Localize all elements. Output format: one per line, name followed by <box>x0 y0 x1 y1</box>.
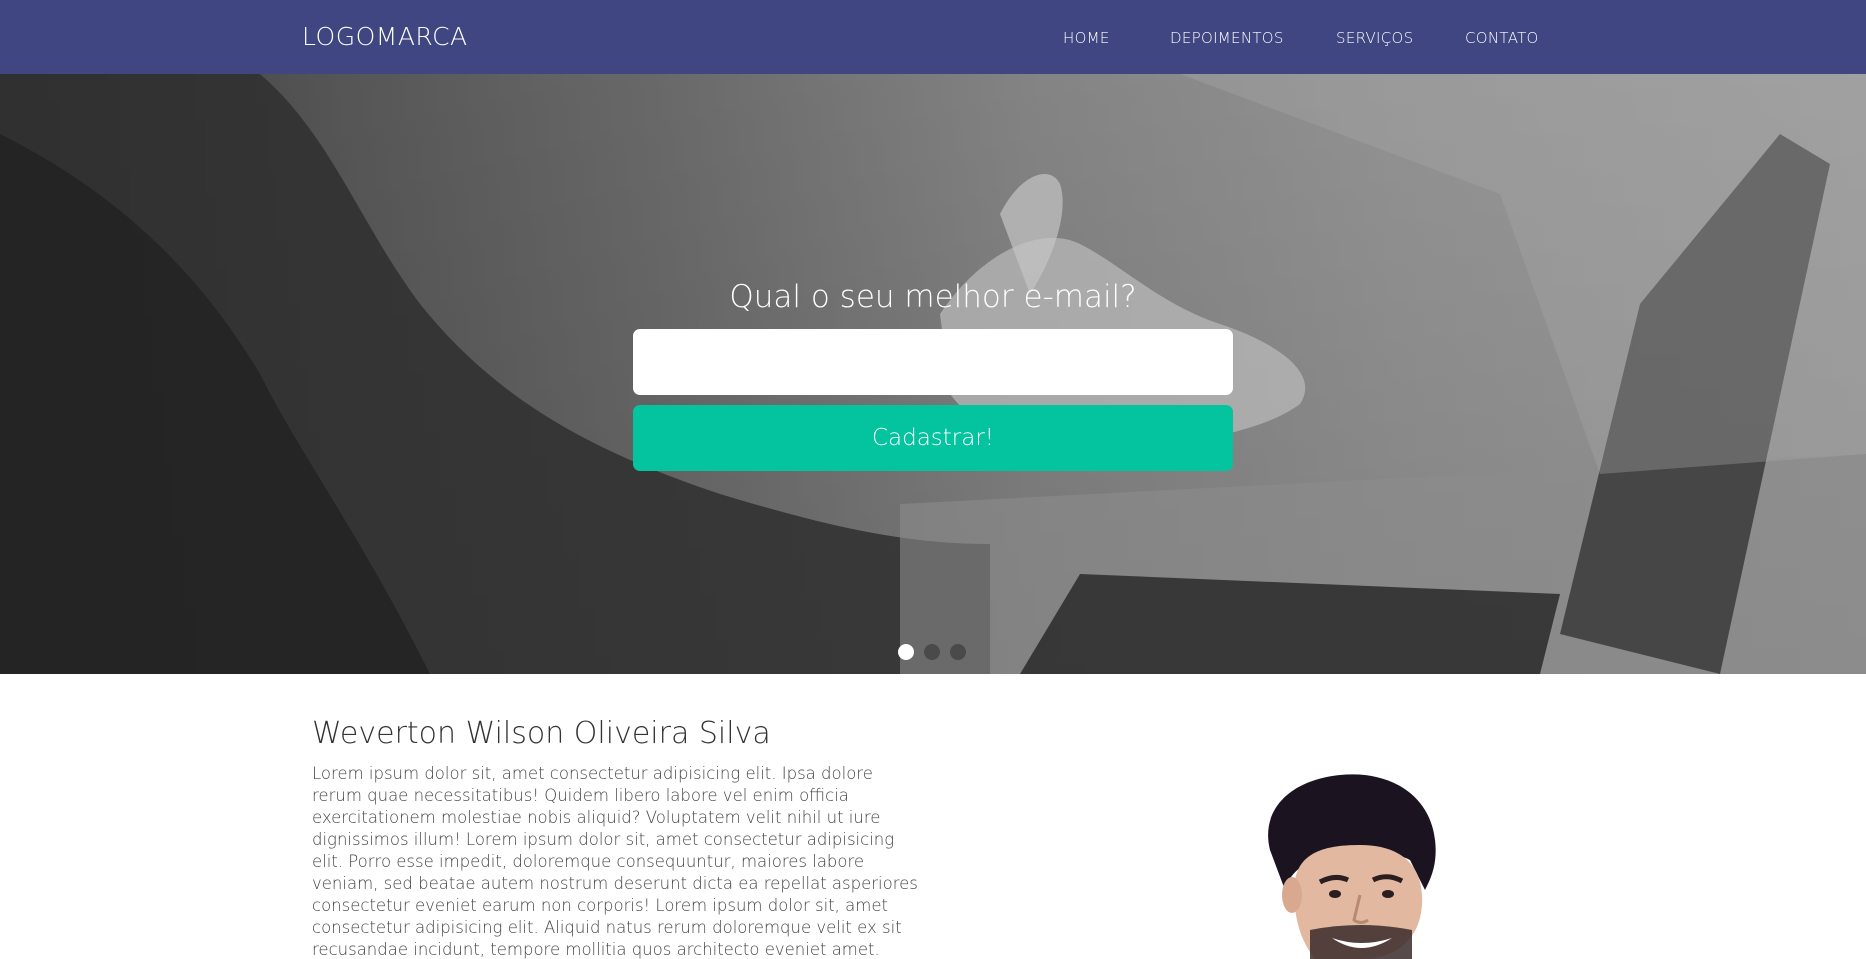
about-text: Lorem ipsum dolor sit, amet consectetur … <box>312 764 918 959</box>
cadastrar-button[interactable]: Cadastrar! <box>633 405 1233 471</box>
navbar: LOGOMARCA HOME DEPOIMENTOS SERVIÇOS CONT… <box>0 0 1866 74</box>
nav-contato[interactable]: CONTATO <box>1465 29 1539 47</box>
nav-servicos[interactable]: SERVIÇOS <box>1336 29 1414 47</box>
logo[interactable]: LOGOMARCA <box>302 22 468 51</box>
nav-depoimentos[interactable]: DEPOIMENTOS <box>1170 29 1284 47</box>
carousel-dot-2[interactable] <box>924 644 940 660</box>
profile-photo <box>1268 774 1436 959</box>
nav-home[interactable]: HOME <box>1063 29 1110 47</box>
hero-banner: Qual o seu melhor e-mail? Cadastrar! <box>0 74 1866 674</box>
about-name: Weverton Wilson Oliveira Silva <box>312 716 771 751</box>
hero-heading: Qual o seu melhor e-mail? <box>729 279 1137 315</box>
email-input[interactable] <box>633 329 1233 395</box>
carousel-dot-1[interactable] <box>898 644 914 660</box>
carousel-dot-3[interactable] <box>950 644 966 660</box>
